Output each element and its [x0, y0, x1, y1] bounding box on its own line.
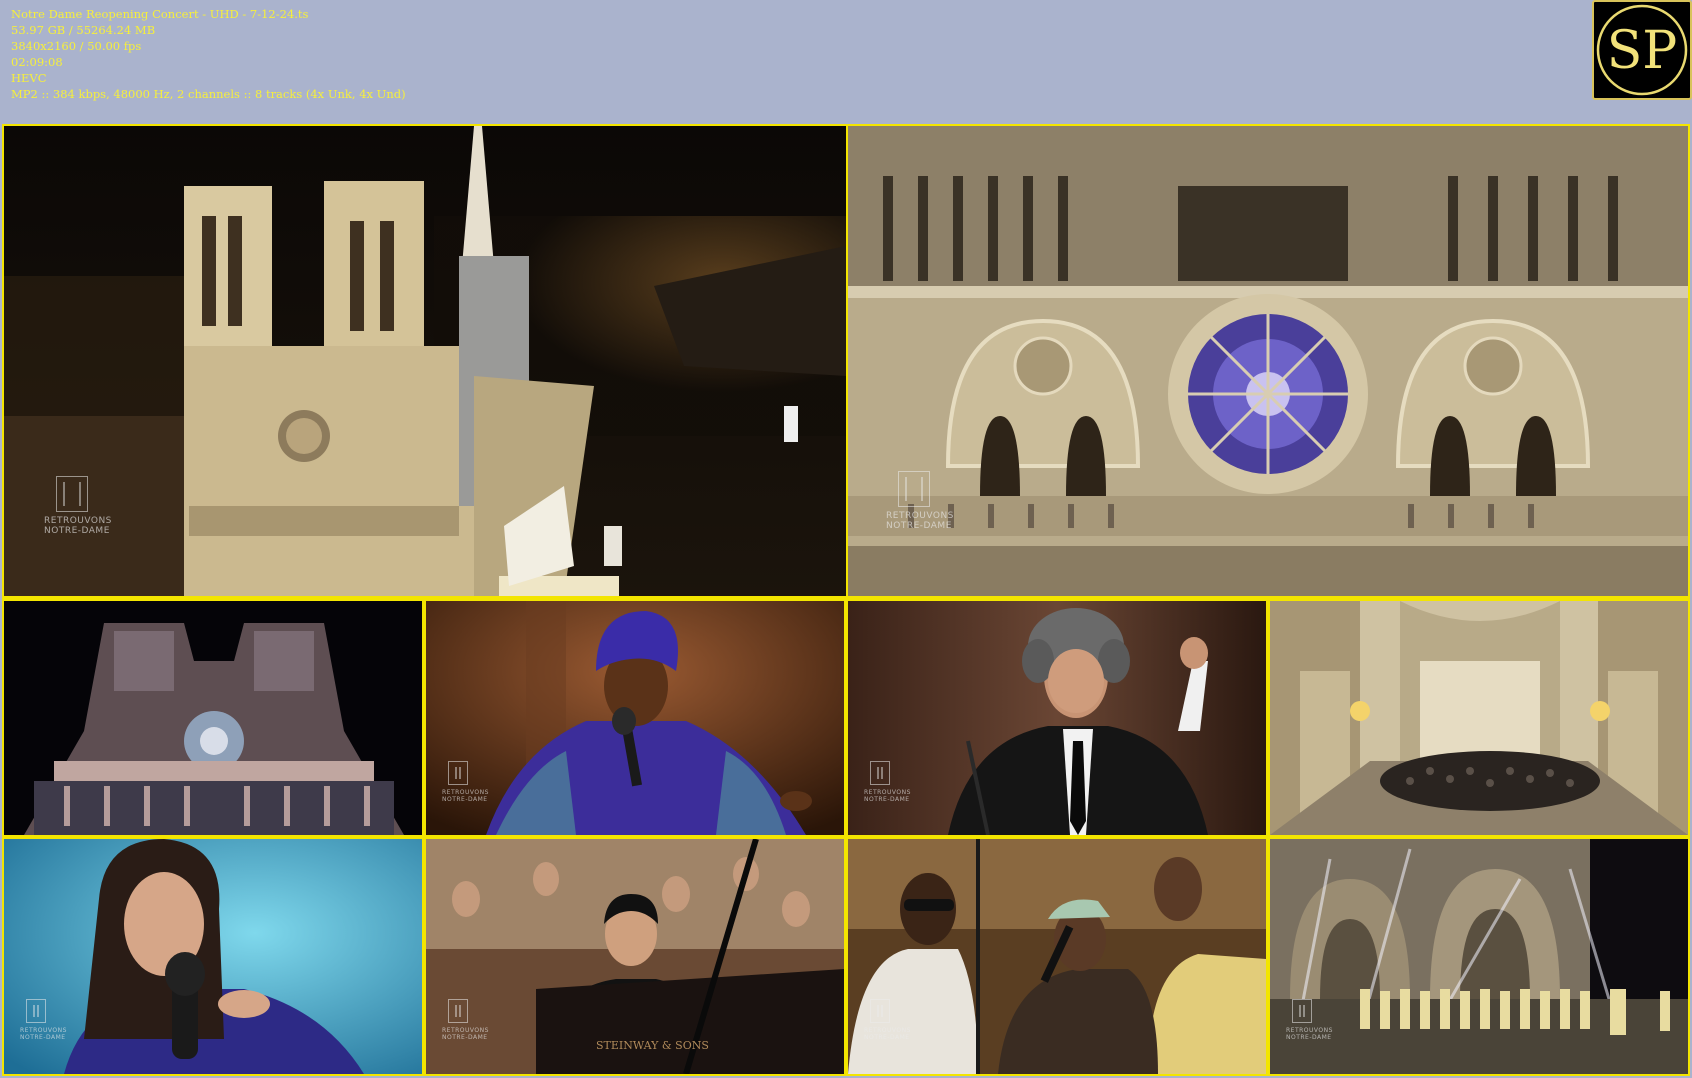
video-resolution: 3840x2160 / 50.00 fps — [11, 39, 142, 53]
thumbnail-notre-dame-aerial-night[interactable]: RETROUVONS NOTRE-DAME — [4, 126, 846, 596]
watermark-line1: RETROUVONS — [442, 789, 489, 796]
thumbnail-notre-dame-facade-rose-window[interactable]: RETROUVONS NOTRE-DAME — [848, 126, 1688, 596]
sp-logo: SP — [1592, 0, 1692, 100]
file-size: 53.97 GB / 55264.24 MB — [11, 23, 156, 37]
file-info: Notre Dame Reopening Concert - UHD - 7-1… — [11, 6, 406, 102]
thumbnail-singer-microphone-closeup[interactable]: RETROUVONS NOTRE-DAME — [4, 839, 422, 1074]
thumbnail-choir-on-forecourt[interactable]: RETROUVONS NOTRE-DAME — [1270, 839, 1688, 1074]
watermark-line1: RETROUVONS — [1286, 1027, 1333, 1034]
watermark-line2: NOTRE-DAME — [886, 521, 952, 531]
watermark-line2: NOTRE-DAME — [864, 796, 910, 803]
thumbnail-singer-blue-headwrap[interactable]: RETROUVONS NOTRE-DAME — [426, 601, 844, 835]
thumbnail-grid: RETROUVONS NOTRE-DAME RETROUVONS NOTRE-D… — [2, 124, 1690, 1076]
watermark-line2: NOTRE-DAME — [20, 1034, 66, 1041]
thumbnail-pianist-with-orchestra[interactable]: STEINWAY & SONS RETROUVONS NOTRE-DAME — [426, 839, 844, 1074]
watermark-line2: NOTRE-DAME — [864, 1034, 910, 1041]
logo-text: SP — [1607, 21, 1678, 81]
watermark-line2: NOTRE-DAME — [1286, 1034, 1332, 1041]
video-codec: HEVC — [11, 71, 47, 85]
watermark-line1: RETROUVONS — [864, 1027, 911, 1034]
watermark-line1: RETROUVONS — [886, 511, 954, 521]
file-name: Notre Dame Reopening Concert - UHD - 7-1… — [11, 7, 309, 21]
thumbnail-gospel-choir-singer-cap[interactable]: RETROUVONS NOTRE-DAME — [848, 839, 1266, 1074]
watermark-line2: NOTRE-DAME — [44, 526, 110, 536]
watermark-line1: RETROUVONS — [44, 516, 112, 526]
watermark-line2: NOTRE-DAME — [442, 796, 488, 803]
thumbnail-orchestra-in-nave[interactable] — [1270, 601, 1688, 835]
thumbnail-conductor[interactable]: RETROUVONS NOTRE-DAME — [848, 601, 1266, 835]
watermark-line1: RETROUVONS — [20, 1027, 67, 1034]
watermark-line1: RETROUVONS — [442, 1027, 489, 1034]
video-duration: 02:09:08 — [11, 55, 63, 69]
watermark-line1: RETROUVONS — [864, 789, 911, 796]
piano-brand-label: STEINWAY & SONS — [596, 1039, 709, 1052]
watermark-line2: NOTRE-DAME — [442, 1034, 488, 1041]
audio-info: MP2 :: 384 kbps, 48000 Hz, 2 channels ::… — [11, 87, 406, 101]
thumbnail-cathedral-projection-mapping[interactable] — [4, 601, 422, 835]
